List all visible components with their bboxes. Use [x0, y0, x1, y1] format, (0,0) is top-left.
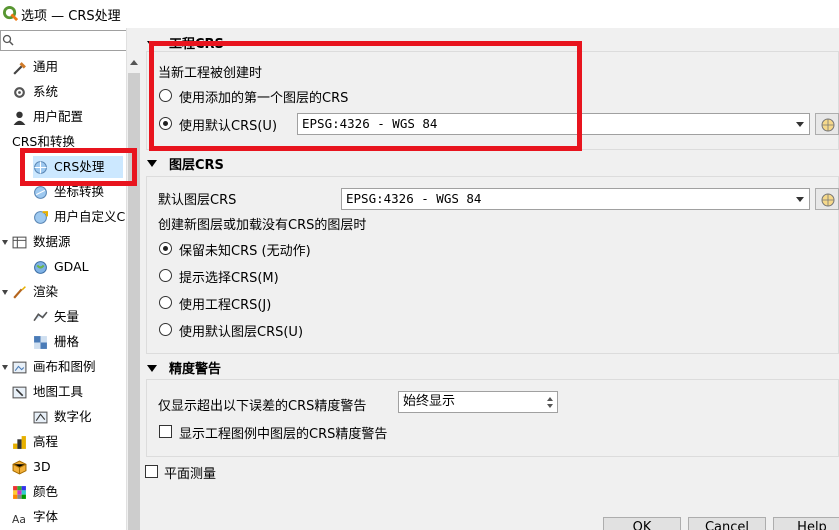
sidebar-item-label: 3D	[33, 459, 51, 474]
layer-crs-option-label[interactable]: 保留未知CRS (无动作)	[179, 240, 311, 259]
collapse-caret-icon[interactable]	[147, 41, 157, 48]
sidebar-item-label: CRS和转换	[12, 134, 75, 149]
project-crs-select[interactable]: EPSG:4326 - WGS 84	[297, 113, 810, 135]
custom-crs-icon	[34, 211, 48, 224]
chevron-down-icon	[796, 197, 804, 202]
crs-selector-globe-icon	[821, 118, 835, 132]
layer-crs-option-label[interactable]: 使用工程CRS(J)	[179, 294, 271, 313]
elevation-icon	[13, 436, 26, 449]
gdal-globe-icon	[34, 261, 47, 274]
sidebar-item-label: 系统	[33, 84, 59, 99]
search-input[interactable]	[0, 30, 140, 51]
cancel-button[interactable]: Cancel	[688, 517, 766, 530]
title-bar: 选项 — CRS处理	[0, 0, 839, 28]
sidebar-item-label: 用户配置	[33, 109, 84, 124]
planimetric-label[interactable]: 平面测量	[164, 463, 216, 482]
collapse-caret-icon[interactable]	[147, 365, 157, 372]
accuracy-warning-title: 精度警告	[169, 362, 222, 377]
system-gear-icon	[14, 87, 25, 98]
layer-crs-option-radio[interactable]	[159, 296, 172, 309]
vector-icon	[33, 311, 48, 322]
layer-crs-selector-button[interactable]	[815, 188, 839, 210]
map-tools-icon	[12, 386, 27, 399]
project-crs-selector-button[interactable]	[815, 113, 839, 135]
settings-tree: 通用系统用户配置 CRS和转换 CRS处理坐标转换用户自定义CR 数据源 GDAL 渲染矢…	[0, 56, 126, 530]
svg-text:Aa: Aa	[12, 513, 26, 525]
layer-crs-option-radio[interactable]	[159, 242, 172, 255]
color-grid-icon	[13, 486, 26, 499]
table-icon	[12, 236, 27, 249]
sidebar-item-label: 栅格	[54, 334, 80, 349]
tree-expand-arrow-icon[interactable]	[2, 365, 8, 370]
default-layer-crs-value: EPSG:4326 - WGS 84	[346, 191, 482, 206]
sidebar-item-label: CRS处理	[54, 159, 105, 174]
search-icon	[2, 34, 14, 46]
user-icon	[13, 111, 26, 125]
accuracy-threshold-label: 仅显示超出以下误差的CRS精度警告	[158, 399, 367, 414]
sidebar-item-label: 数据源	[33, 234, 71, 249]
layer-crs-option-radio[interactable]	[159, 323, 172, 336]
default-crs-label[interactable]: 使用默认CRS(U)	[179, 115, 277, 134]
sidebar-item-label: 矢量	[54, 309, 80, 324]
legend-accuracy-checkbox[interactable]	[159, 425, 172, 438]
sidebar-item-label: GDAL	[54, 259, 89, 274]
crs-settings-panel: 工程CRS 当新工程被创建时 使用添加的第一个图层的CRS 使用默认CRS(U)…	[141, 28, 839, 530]
raster-icon	[34, 336, 47, 349]
ok-button[interactable]: OK	[603, 517, 681, 530]
accuracy-threshold-value: 始终显示	[403, 394, 456, 409]
crs-globe-icon	[34, 161, 47, 174]
sidebar-item-label: 渲染	[33, 284, 59, 299]
help-button[interactable]: Help	[773, 517, 839, 530]
wrench-icon	[13, 62, 26, 75]
collapse-caret-icon[interactable]	[147, 160, 157, 167]
layer-crs-option-radio[interactable]	[159, 269, 172, 282]
first-layer-crs-radio[interactable]	[159, 89, 172, 102]
crs-selector-globe-icon	[821, 193, 835, 207]
layer-crs-option-label[interactable]: 提示选择CRS(M)	[179, 267, 279, 286]
settings-sidebar: 通用系统用户配置 CRS和转换 CRS处理坐标转换用户自定义CR 数据源 GDAL 渲染矢…	[0, 28, 140, 530]
default-layer-crs-label: 默认图层CRS	[158, 193, 237, 208]
legend-accuracy-label[interactable]: 显示工程图例中图层的CRS精度警告	[179, 423, 387, 442]
first-layer-crs-label[interactable]: 使用添加的第一个图层的CRS	[179, 87, 348, 106]
digitize-icon	[33, 411, 48, 424]
layer-crs-title: 图层CRS	[169, 158, 224, 173]
when-created-label: 当新工程被创建时	[158, 66, 263, 81]
sidebar-item-label: 数字化	[54, 409, 92, 424]
sidebar-item-label: 字体	[33, 509, 59, 524]
sidebar-item-label: 高程	[33, 434, 59, 449]
font-icon: Aa	[12, 513, 26, 525]
sidebar-item-label: 坐标转换	[54, 184, 105, 199]
project-crs-value: EPSG:4326 - WGS 84	[302, 116, 438, 131]
default-layer-crs-select[interactable]: EPSG:4326 - WGS 84	[341, 188, 810, 210]
layer-crs-option-label[interactable]: 使用默认图层CRS(U)	[179, 321, 303, 340]
tree-expand-arrow-icon[interactable]	[2, 290, 8, 295]
create-new-layer-label: 创建新图层或加载没有CRS的图层时	[158, 218, 367, 233]
spin-down-icon[interactable]	[547, 404, 553, 408]
planimetric-checkbox[interactable]	[145, 465, 158, 478]
qgis-logo-icon	[3, 6, 18, 21]
sidebar-item-label: 颜色	[33, 484, 59, 499]
spin-up-icon[interactable]	[547, 397, 553, 401]
scroll-thumb[interactable]	[128, 73, 140, 530]
transform-globe-icon	[34, 186, 47, 199]
sidebar-item[interactable]: CRS处理	[33, 156, 123, 178]
chevron-down-icon	[796, 122, 804, 127]
sidebar-item-label: 地图工具	[33, 384, 84, 399]
sidebar-item-label: 用户自定义CR	[54, 209, 126, 224]
accuracy-threshold-spinbox[interactable]: 始终显示	[398, 391, 558, 413]
scroll-up-arrow-icon[interactable]	[130, 60, 138, 65]
canvas-icon	[12, 361, 27, 374]
window-title: 选项 — CRS处理	[21, 9, 121, 24]
cube-3d-icon	[12, 460, 27, 475]
sidebar-scrollbar[interactable]	[126, 28, 140, 530]
tree-expand-arrow-icon[interactable]	[2, 240, 8, 245]
sidebar-item-label: 通用	[33, 59, 59, 74]
project-crs-title: 工程CRS	[169, 37, 224, 52]
brush-icon	[13, 286, 26, 299]
sidebar-item-label: 画布和图例	[33, 359, 96, 374]
default-crs-radio[interactable]	[159, 117, 172, 130]
